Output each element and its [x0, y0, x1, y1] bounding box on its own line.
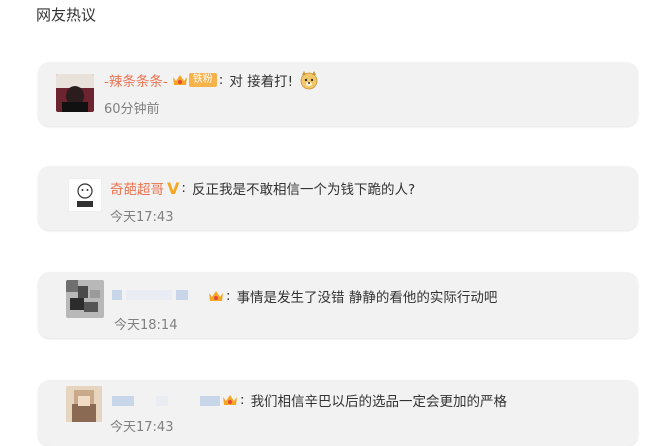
- avatar[interactable]: [68, 178, 106, 216]
- blurred-username: [126, 290, 172, 300]
- colon: :: [218, 72, 224, 88]
- crown-icon: [172, 75, 187, 85]
- blurred-username: [200, 396, 220, 406]
- comment-time: 60分钟前: [104, 102, 160, 117]
- comment-card: 奇葩超哥 V : 反正我是不敢相信一个为钱下跪的人? 今天17:43: [38, 166, 638, 230]
- comment-time: 今天18:14: [114, 318, 178, 333]
- comment-text: 对 接着打!: [229, 74, 294, 90]
- comment-time: 今天17:43: [110, 420, 174, 435]
- blurred-username: [176, 290, 188, 300]
- colon: :: [181, 180, 186, 196]
- verified-v-icon: V: [167, 178, 180, 198]
- comment-text: 我们相信辛巴以后的选品一定会更加的严格: [250, 394, 508, 410]
- blurred-username: [112, 396, 134, 406]
- comment-text: 反正我是不敢相信一个为钱下跪的人?: [191, 182, 416, 198]
- section-title: 网友热议: [36, 6, 97, 24]
- fan-badge: 铁粉: [172, 73, 217, 87]
- comment-card: : 我们相信辛巴以后的选品一定会更加的严格 今天17:43: [38, 380, 638, 446]
- blurred-username: [112, 290, 122, 300]
- colon: :: [240, 392, 245, 408]
- avatar[interactable]: [66, 386, 104, 424]
- fan-tag: 铁粉: [188, 73, 217, 87]
- doge-emoji-icon: [300, 71, 318, 90]
- comment-card: : 事情是发生了没错 静静的看他的实际行动吧 今天18:14: [38, 272, 638, 338]
- avatar[interactable]: [66, 280, 104, 318]
- comment-time: 今天17:43: [110, 210, 174, 225]
- avatar[interactable]: [56, 74, 94, 112]
- blurred-username: [156, 396, 168, 406]
- username-link[interactable]: 奇葩超哥: [110, 178, 164, 198]
- username-link[interactable]: -辣条条条-: [104, 70, 168, 90]
- comment-card: -辣条条条- 铁粉 : 对 接着打! 60分钟前: [38, 62, 638, 126]
- comment-text: 事情是发生了没错 静静的看他的实际行动吧: [236, 290, 498, 306]
- colon: :: [226, 288, 231, 304]
- crown-icon: [223, 395, 237, 405]
- crown-icon: [209, 291, 223, 301]
